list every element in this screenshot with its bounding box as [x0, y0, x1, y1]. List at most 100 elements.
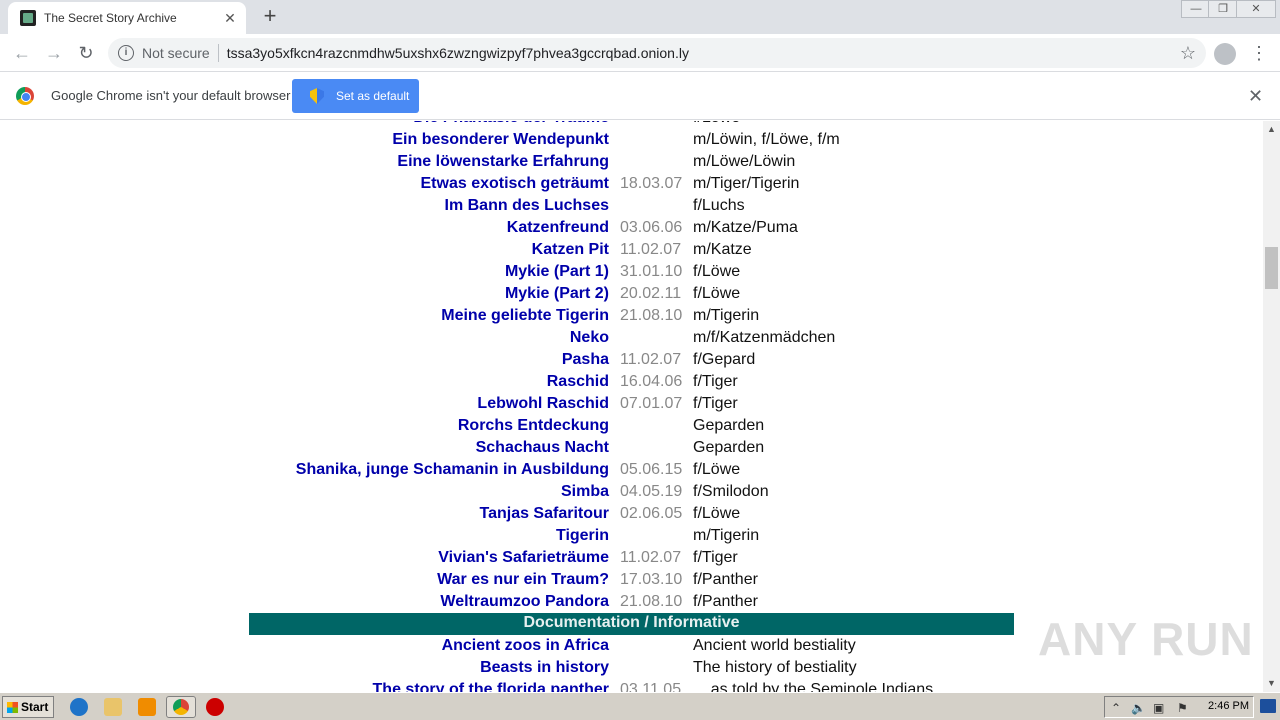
story-title-link[interactable]: Eine löwenstarke Erfahrung [397, 151, 609, 173]
story-title-link[interactable]: The story of the florida panther [373, 679, 609, 692]
story-title-link[interactable]: Ein besonderer Wendepunkt [392, 129, 609, 151]
tray-expand-icon[interactable]: ⌃ [1111, 701, 1121, 715]
section-header: Documentation / Informative [249, 613, 1014, 635]
story-date: 04.05.19 [620, 483, 683, 500]
info-icon[interactable]: i [118, 45, 134, 61]
infobar-close-icon[interactable]: ✕ [1248, 86, 1263, 107]
story-date: 07.01.07 [620, 395, 683, 412]
table-row: The story of the florida panther 03.11.05… [0, 679, 1263, 692]
story-title-link[interactable]: Raschid [547, 371, 609, 393]
taskbar-clock[interactable]: 2:46 PM [1208, 700, 1249, 712]
table-row: Rorchs Entdeckung Geparden [0, 415, 1263, 437]
scrollbar-thumb[interactable] [1265, 247, 1278, 289]
story-list: Die Phantasie der Träumef/LöweEin besond… [0, 121, 1263, 692]
action-center-flag-icon[interactable]: ⚑ [1177, 701, 1188, 715]
story-tags: m/Tigerin [693, 527, 760, 544]
address-bar[interactable]: i Not secure tssa3yo5xfkcn4razcnmdhw5uxs… [108, 38, 1206, 68]
new-tab-button[interactable]: + [258, 4, 282, 28]
story-title-link[interactable]: Pasha [562, 349, 609, 371]
story-title-link[interactable]: Meine geliebte Tigerin [441, 305, 609, 327]
media-player-icon[interactable] [138, 698, 156, 716]
table-row: Lebwohl Raschid 07.01.07 f/Tiger [0, 393, 1263, 415]
story-tags: f/Löwe [693, 461, 741, 478]
start-button[interactable]: Start [2, 696, 54, 718]
infobar-message: Google Chrome isn't your default browser [51, 88, 291, 103]
tab-secret-story-archive[interactable]: The Secret Story Archive ✕ [8, 2, 246, 34]
default-browser-infobar: Google Chrome isn't your default browser… [0, 72, 1280, 120]
table-row: Vivian's Safarieträume 11.02.07 f/Tiger [0, 547, 1263, 569]
story-title-link[interactable]: Mykie (Part 1) [505, 261, 609, 283]
story-title-link[interactable]: Lebwohl Raschid [477, 393, 609, 415]
forward-button[interactable]: → [42, 41, 66, 65]
chrome-logo-icon [16, 87, 34, 105]
story-date: 03.11.05 [620, 681, 682, 692]
table-row: Meine geliebte Tigerin 21.08.10 m/Tigerin [0, 305, 1263, 327]
story-title-link[interactable]: War es nur ein Traum? [437, 569, 609, 591]
set-as-default-button[interactable]: Set as default [292, 79, 419, 113]
story-title-link[interactable]: Katzenfreund [507, 217, 609, 239]
table-row: Tanjas Safaritour 02.06.05 f/Löwe [0, 503, 1263, 525]
story-title-link[interactable]: Die Phantasie der Träume [413, 121, 609, 129]
internet-explorer-icon[interactable] [70, 698, 88, 716]
table-row: Etwas exotisch geträumt 18.03.07 m/Tiger/T… [0, 173, 1263, 195]
profile-avatar[interactable] [1214, 43, 1236, 65]
story-tags: Geparden [693, 439, 765, 456]
back-button[interactable]: ← [10, 41, 34, 65]
window-close-button[interactable]: ✕ [1236, 0, 1276, 18]
story-title-link[interactable]: Tigerin [556, 525, 609, 547]
story-title-link[interactable]: Ancient zoos in Africa [442, 635, 609, 657]
table-row: Mykie (Part 2) 20.02.11 f/Löwe [0, 283, 1263, 305]
story-title-link[interactable]: Etwas exotisch geträumt [421, 173, 610, 195]
story-tags: The history of bestiality [693, 659, 857, 676]
show-desktop-icon[interactable] [1260, 699, 1276, 713]
stop-sign-icon[interactable] [206, 698, 224, 716]
scroll-up-arrow-icon[interactable]: ▲ [1263, 121, 1280, 138]
story-tags: f/Panther [693, 593, 758, 610]
table-row: Neko m/f/Katzenmädchen [0, 327, 1263, 349]
story-title-link[interactable]: Mykie (Part 2) [505, 283, 609, 305]
story-title-link[interactable]: Simba [561, 481, 609, 503]
tab-strip: The Secret Story Archive ✕ + — ❐ ✕ [0, 0, 1280, 34]
file-explorer-icon[interactable] [104, 698, 122, 716]
story-title-link[interactable]: Weltraumzoo Pandora [440, 591, 609, 613]
story-title-link[interactable]: Vivian's Safarieträume [438, 547, 609, 569]
url-text[interactable]: tssa3yo5xfkcn4razcnmdhw5uxshx6zwzngwizpy… [227, 45, 1180, 61]
story-title-link[interactable]: Shanika, junge Schamanin in Ausbildung [296, 459, 609, 481]
table-row: Eine löwenstarke Erfahrung m/Löwe/Löwin [0, 151, 1263, 173]
story-date: 17.03.10 [620, 571, 683, 588]
story-title-link[interactable]: Beasts in history [480, 657, 609, 679]
scroll-down-arrow-icon[interactable]: ▼ [1263, 675, 1280, 692]
story-title-link[interactable]: Im Bann des Luchses [445, 195, 610, 217]
tab-close-icon[interactable]: ✕ [222, 10, 238, 26]
table-row: Schachaus Nacht Geparden [0, 437, 1263, 459]
story-title-link[interactable]: Neko [570, 327, 609, 349]
volume-icon[interactable]: 🔈 [1131, 701, 1146, 715]
story-tags: f/Panther [693, 571, 758, 588]
table-row: War es nur ein Traum? 17.03.10 f/Panther [0, 569, 1263, 591]
chrome-menu-icon[interactable]: ⋮ [1250, 41, 1268, 65]
story-tags: m/Löwin, f/Löwe, f/m [693, 131, 840, 148]
reload-button[interactable]: ↻ [74, 41, 98, 65]
not-secure-label[interactable]: Not secure [142, 45, 210, 61]
table-row: Ein besonderer Wendepunkt m/Löwin, f/Löwe… [0, 129, 1263, 151]
chrome-taskbar-icon [173, 699, 189, 715]
story-tags: m/f/Katzenmädchen [693, 329, 836, 346]
table-row: Katzenfreund 03.06.06 m/Katze/Puma [0, 217, 1263, 239]
story-date: 11.02.07 [620, 351, 682, 368]
system-tray: ⌃ 🔈 ▣ ⚑ 2:46 PM [1104, 696, 1254, 718]
maximize-button[interactable]: ❐ [1208, 0, 1238, 18]
story-title-link[interactable]: Schachaus Nacht [476, 437, 609, 459]
network-icon[interactable]: ▣ [1153, 701, 1164, 715]
story-date: 31.01.10 [620, 263, 683, 280]
story-date: 16.04.06 [620, 373, 683, 390]
anyrun-watermark: ANY RUN [1038, 613, 1254, 665]
table-row: Weltraumzoo Pandora 21.08.10 f/Panther [0, 591, 1263, 613]
story-tags: f/Gepard [693, 351, 756, 368]
story-title-link[interactable]: Rorchs Entdeckung [458, 415, 609, 437]
story-tags: f/Löwe [693, 121, 740, 129]
bookmark-star-icon[interactable]: ☆ [1180, 43, 1196, 64]
story-title-link[interactable]: Tanjas Safaritour [479, 503, 609, 525]
vertical-scrollbar[interactable]: ▲ ▼ [1263, 121, 1280, 692]
minimize-button[interactable]: — [1181, 0, 1211, 18]
story-title-link[interactable]: Katzen Pit [532, 239, 609, 261]
